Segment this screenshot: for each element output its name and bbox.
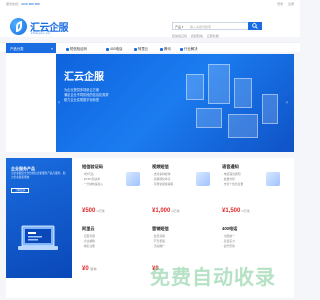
logo-subtitle: zhuiyun.cn <box>31 31 51 35</box>
hotline-number[interactable]: 4008-888-888 <box>21 2 40 6</box>
product-name: 视频短信 <box>152 164 169 169</box>
nav-dot-icon <box>180 47 183 51</box>
product-card[interactable]: 语音通知 电话语音通知 批量外呼 支持个性化变量 ¥1,500/1万条 <box>222 164 282 222</box>
product-price: ¥500/1万条 <box>82 208 105 214</box>
product-feature: 99.9%到达率 <box>82 177 100 181</box>
search-bar: 产品 ▾ 输入关键词搜索 <box>172 22 262 30</box>
product-feature: 电话语音通知 <box>222 172 241 176</box>
category-menu-label: 产品分类 <box>10 47 24 51</box>
search-button[interactable] <box>248 22 262 30</box>
product-name: 短信验证码 <box>82 164 103 169</box>
product-feature: 可视化模板编辑 <box>152 182 174 186</box>
product-feature: 3秒可达 <box>82 172 94 176</box>
hero-text: 汇云企服 为企业提供多场景云方案 满足企业不同阶段的信息化需求 助力企业实现数字… <box>64 68 109 103</box>
promo-description: 为企业提供全方位的信息化服务产品与服务，助力企业提质增效 <box>11 172 66 179</box>
product-thumbnail <box>196 172 210 186</box>
product-price: ¥1,000/1万条 <box>152 208 180 214</box>
product-name: 语音通知 <box>222 164 239 169</box>
hot-keyword[interactable]: 短信验证码 <box>172 34 187 38</box>
nav-dot-icon <box>134 47 137 51</box>
nav-dot-icon <box>160 47 163 51</box>
nav-item[interactable]: 阿里云 <box>134 46 148 51</box>
product-price: ¥0/咨询 <box>82 266 97 272</box>
prev-slide-arrow-icon[interactable]: ‹ <box>58 100 64 108</box>
hot-keyword[interactable]: 云服务器 <box>207 34 219 38</box>
logo-icon <box>10 18 27 35</box>
product-feature: 节日祝福 <box>152 239 165 243</box>
product-feature: 域名注册 <box>82 244 95 248</box>
product-feature: 支持个性化变量 <box>222 182 244 186</box>
top-bar: 服务热线：4008-888-888 登录 注册 <box>0 0 300 7</box>
product-feature: 营销转化率高 <box>152 177 171 181</box>
main-nav: 产品分类 ≡ 短信验证码 400电话 阿里云 腾讯 行业解决 <box>0 42 300 53</box>
hotline: 服务热线：4008-888-888 <box>6 2 40 6</box>
product-card[interactable]: 阿里云 云服务器 企业邮箱 域名注册 ¥0/咨询 <box>82 226 142 284</box>
product-name: 营销短信 <box>152 226 169 231</box>
hot-keywords: 短信验证码 视频短信 云服务器 <box>172 34 222 38</box>
promo-panel: 企业服务产品 为企业提供全方位的信息化服务产品与服务，助力企业提质增效 了解更多 <box>6 158 72 278</box>
product-feature: 企业邮箱 <box>82 239 95 243</box>
product-price: ¥1,500/1万条 <box>222 208 250 214</box>
category-menu-button[interactable]: 产品分类 ≡ <box>6 43 56 53</box>
site-logo[interactable]: 汇云企服 zhuiyun.cn <box>10 17 69 37</box>
product-name: 400电话 <box>222 226 238 231</box>
nav-dot-icon <box>66 47 69 51</box>
nav-item[interactable]: 400电话 <box>106 46 122 51</box>
watermark-text: 免费自动收录 <box>150 267 276 289</box>
header: 汇云企服 zhuiyun.cn 产品 ▾ 输入关键词搜索 短信验证码 视频短信 … <box>0 7 300 38</box>
product-feature: 会员营销 <box>152 234 165 238</box>
product-card[interactable]: 视频短信 支持多种媒体 营销转化率高 可视化模板编辑 ¥1,000/1万条 <box>152 164 212 222</box>
product-card[interactable]: 短信验证码 3秒可达 99.9%到达率 一分钟快速接入 ¥500/1万条 <box>82 164 142 222</box>
login-link[interactable]: 登录 <box>277 2 283 6</box>
search-input[interactable]: 输入关键词搜索 <box>190 25 211 29</box>
register-link[interactable]: 注册 <box>288 2 294 6</box>
next-slide-arrow-icon[interactable]: › <box>286 100 292 108</box>
product-feature: 提升形象 <box>222 244 235 248</box>
product-feature: 支持多种媒体 <box>152 172 171 176</box>
product-feature: 全国统一 <box>222 234 235 238</box>
menu-icon: ≡ <box>51 46 53 51</box>
nav-dot-icon <box>106 47 109 51</box>
category-sidebar <box>6 54 56 152</box>
product-name: 阿里云 <box>82 226 95 231</box>
product-feature: 批量外呼 <box>222 177 235 181</box>
hero-title: 汇云企服 <box>64 72 104 83</box>
product-thumbnail <box>266 172 280 186</box>
search-icon <box>252 23 258 29</box>
product-feature: 活动推广 <box>152 244 165 248</box>
product-feature: 云服务器 <box>82 234 95 238</box>
nav-item[interactable]: 腾讯 <box>160 46 171 51</box>
nav-item[interactable]: 行业解决 <box>180 46 198 51</box>
laptop-illustration-icon <box>18 225 58 250</box>
account-links: 登录 注册 <box>273 2 294 6</box>
product-thumbnail <box>126 172 140 186</box>
learn-more-button[interactable]: 了解更多 <box>11 188 29 193</box>
product-feature: 一分钟快速接入 <box>82 182 104 186</box>
hero-line: 助力企业实现数字化转型 <box>64 98 100 102</box>
product-feature: 彰显实力 <box>222 239 235 243</box>
hot-keyword[interactable]: 视频短信 <box>191 34 203 38</box>
hotline-label: 服务热线： <box>6 2 22 6</box>
nav-item[interactable]: 短信验证码 <box>66 46 87 51</box>
search-category-select[interactable]: 产品 ▾ <box>175 25 183 29</box>
hero-banner[interactable]: 汇云企服 为企业提供多场景云方案 满足企业不同阶段的信息化需求 助力企业实现数字… <box>6 54 294 152</box>
